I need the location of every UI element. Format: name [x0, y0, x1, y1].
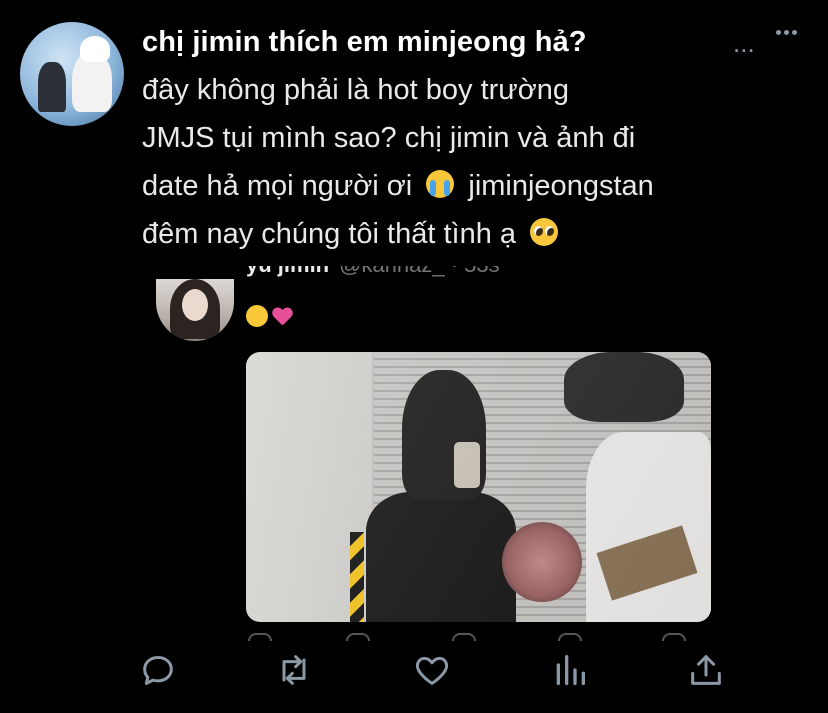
hand-over-mouth-emoji-icon [246, 305, 268, 327]
analytics-icon[interactable] [550, 650, 590, 690]
share-icon[interactable] [686, 650, 726, 690]
reply-icon[interactable] [138, 650, 178, 690]
quoted-action-row [246, 633, 686, 643]
like-icon[interactable] [412, 650, 452, 690]
quoted-text [246, 305, 294, 331]
tweet-text-segment: date hả mọi người ơi [142, 170, 413, 202]
author-name[interactable]: chị jimin thích em minjeong hả? [142, 26, 587, 59]
tweet-action-bar [0, 650, 828, 700]
tweet-text-line: đây không phải là hot boy trường [142, 74, 569, 106]
quoted-photo[interactable] [246, 352, 711, 622]
more-options-icon[interactable] [776, 30, 798, 40]
author-avatar[interactable] [20, 22, 124, 126]
retweet-icon[interactable] [274, 650, 314, 690]
tweet-text: đây không phải là hot boy trường JMJS tụ… [142, 66, 812, 258]
quoted-avatar[interactable] [156, 279, 234, 341]
name-truncation: ... [733, 28, 755, 58]
two-hearts-emoji-icon [272, 305, 294, 327]
loudly-crying-emoji-icon [426, 170, 455, 199]
avatar-hat [80, 36, 110, 62]
tweet-text-segment: đêm nay chúng tôi thất tình ạ [142, 218, 517, 250]
tweet-text-line: đêm nay chúng tôi thất tình ạ [142, 210, 812, 258]
quoted-handle: @karinaz_ · 53s [339, 266, 500, 277]
tweet-text-line: JMJS tụi mình sao? chị jimin và ảnh đi [142, 122, 636, 154]
pleading-face-emoji-icon [530, 218, 559, 247]
quoted-header-text: yu jimin @karinaz_ · 53s [246, 266, 500, 278]
quoted-header[interactable]: yu jimin @karinaz_ · 53s [246, 266, 606, 290]
photo-glare [246, 352, 711, 622]
avatar-face [182, 289, 208, 321]
quoted-name: yu jimin [246, 266, 329, 277]
tweet-text-line: date hả mọi người ơi jiminjeongstan [142, 162, 812, 210]
avatar-figure [38, 62, 66, 112]
hashtag-link[interactable]: jiminjeongstan [468, 170, 653, 202]
